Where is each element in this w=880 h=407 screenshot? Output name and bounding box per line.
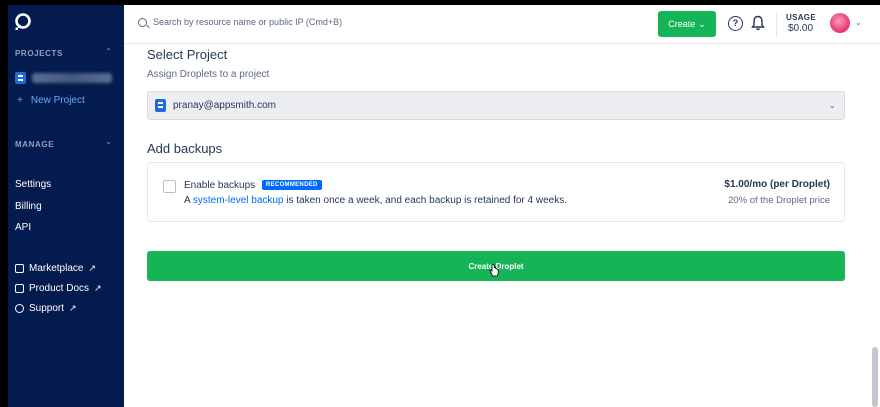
app-frame: PROJECTS ⌃ + New Project MANAGE ⌄ Settin… — [8, 5, 880, 407]
add-backups-title: Add backups — [147, 141, 223, 156]
usage-label[interactable]: USAGE — [786, 13, 816, 22]
top-header: Search by resource name or public IP (Cm… — [124, 5, 880, 44]
chevron-down-icon: ⌄ — [698, 18, 706, 29]
chevron-up-icon[interactable]: ⌃ — [105, 47, 112, 56]
sidebar-item-marketplace[interactable]: Marketplace ↗ — [15, 263, 96, 274]
search-bar[interactable]: Search by resource name or public IP (Cm… — [138, 17, 342, 27]
hand-cursor-icon — [489, 264, 499, 277]
chevron-down-icon: ⌄ — [828, 100, 836, 110]
sidebar-item-billing[interactable]: Billing — [15, 201, 42, 212]
projects-heading: PROJECTS — [15, 49, 63, 58]
sidebar-item-product-docs[interactable]: Product Docs ↗ — [15, 283, 102, 294]
sidebar-item-api[interactable]: API — [15, 222, 31, 233]
sidebar-project-item[interactable] — [15, 72, 112, 84]
header-divider — [776, 13, 777, 37]
project-icon — [155, 99, 166, 112]
plus-icon: + — [17, 95, 23, 106]
recommended-badge: RECOMMENDED — [262, 180, 322, 190]
project-name-redacted — [32, 73, 112, 83]
cube-icon — [15, 264, 24, 273]
support-label: Support — [29, 303, 65, 314]
desc-pre: A — [184, 195, 193, 206]
avatar[interactable] — [830, 13, 850, 33]
sidebar-item-settings[interactable]: Settings — [15, 179, 51, 190]
backup-price: $1.00/mo (per Droplet) — [724, 179, 830, 190]
enable-backups-label[interactable]: Enable backups — [184, 180, 255, 191]
sidebar-item-support[interactable]: Support ↗ — [15, 303, 77, 314]
manage-heading: MANAGE — [15, 140, 55, 149]
backup-price-sub: 20% of the Droplet price — [728, 195, 830, 206]
create-label: Create — [668, 19, 696, 29]
lifebuoy-icon — [15, 304, 24, 313]
marketplace-label: Marketplace — [29, 263, 84, 274]
chevron-down-icon[interactable]: ⌄ — [855, 18, 862, 27]
system-level-backup-link[interactable]: system-level backup — [193, 195, 284, 206]
search-icon — [138, 17, 147, 27]
search-input[interactable]: Search by resource name or public IP (Cm… — [153, 17, 342, 27]
select-project-subtitle: Assign Droplets to a project — [147, 69, 270, 80]
scrollbar[interactable] — [872, 347, 878, 407]
enable-backups-checkbox[interactable] — [163, 180, 176, 193]
usage-value[interactable]: $0.00 — [788, 23, 813, 34]
project-icon — [15, 72, 26, 84]
project-select[interactable]: pranay@appsmith.com ⌄ — [147, 91, 845, 120]
layers-icon — [15, 284, 24, 293]
select-project-title: Select Project — [147, 47, 228, 62]
chevron-down-icon[interactable]: ⌄ — [105, 137, 112, 146]
backup-card: Enable backups RECOMMENDED A system-leve… — [147, 162, 845, 222]
external-arrow-icon: ↗ — [69, 303, 77, 313]
project-select-value: pranay@appsmith.com — [173, 100, 276, 111]
new-project-label: New Project — [30, 95, 85, 106]
help-icon[interactable]: ? — [728, 16, 743, 31]
bell-icon[interactable] — [751, 15, 765, 31]
create-button[interactable]: Create ⌄ — [658, 11, 716, 37]
sidebar: PROJECTS ⌃ + New Project MANAGE ⌄ Settin… — [8, 5, 124, 407]
external-arrow-icon: ↗ — [88, 263, 97, 273]
digitalocean-logo-icon[interactable] — [14, 13, 32, 31]
new-project-link[interactable]: + New Project — [17, 95, 85, 106]
desc-post: is taken once a week, and each backup is… — [283, 195, 568, 206]
product-docs-label: Product Docs — [29, 283, 90, 294]
external-arrow-icon: ↗ — [94, 283, 102, 293]
backup-description: A system-level backup is taken once a we… — [184, 195, 567, 206]
